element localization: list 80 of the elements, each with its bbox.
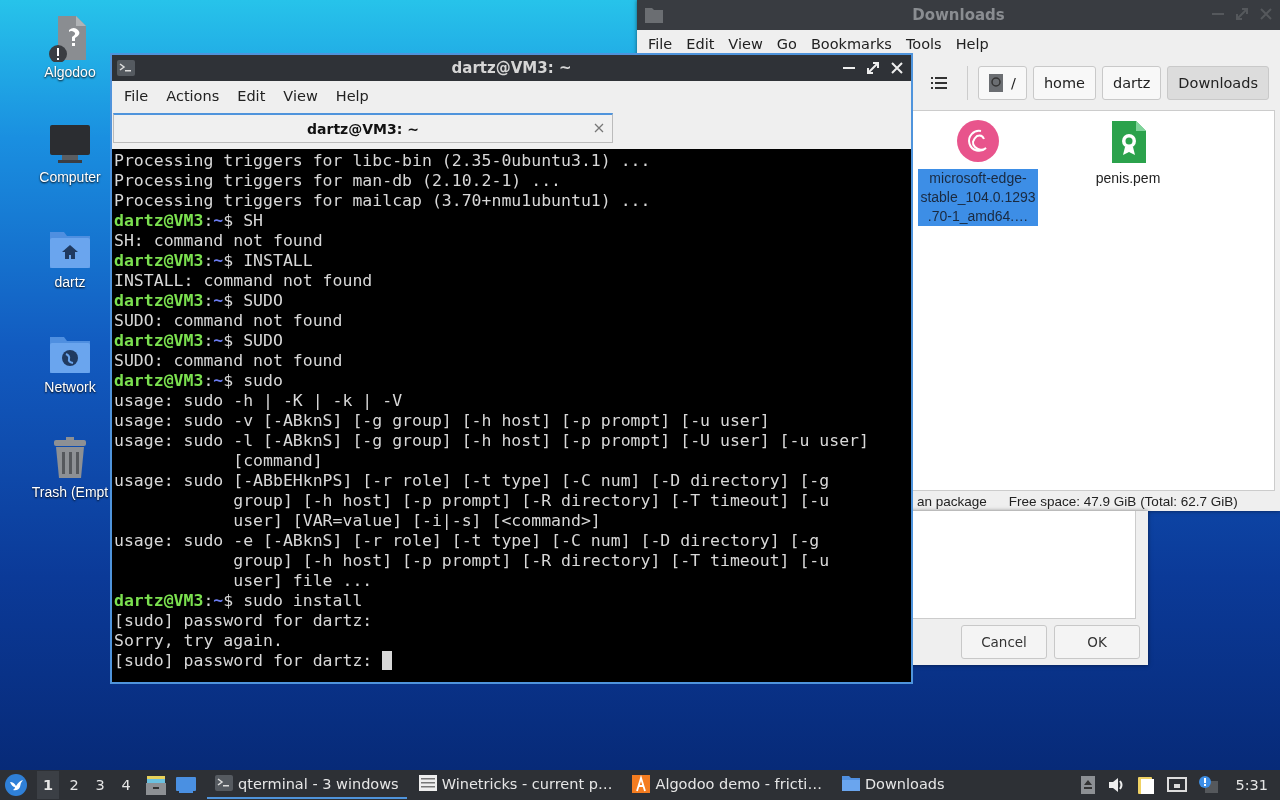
terminal-line: SUDO: command not found — [114, 351, 343, 371]
terminal-line: SH: command not found — [114, 231, 323, 251]
menu-item[interactable]: Help — [326, 88, 378, 104]
file-cabinet-icon[interactable] — [145, 774, 167, 796]
status-text: an package — [917, 493, 987, 509]
menu-item[interactable]: File — [641, 36, 680, 52]
terminal-line: user] [VAR=value] [-i|-s] [<command>] — [232, 511, 601, 531]
file-name[interactable]: microsoft-edge-stable_104.0.1293.70-1_amd64.… — [918, 169, 1038, 226]
breadcrumb-button[interactable]: / — [978, 66, 1027, 100]
task-button[interactable]: qterminal - 3 windows — [207, 771, 407, 799]
clipboard-icon[interactable] — [1137, 775, 1156, 795]
package-icon[interactable] — [956, 119, 1000, 163]
workspace-button[interactable]: 4 — [115, 771, 137, 799]
menu-item[interactable]: File — [115, 88, 158, 104]
breadcrumb-button[interactable]: Downloads — [1167, 66, 1269, 100]
clock[interactable]: 5:31 — [1235, 777, 1268, 793]
drive-icon — [989, 74, 1003, 92]
desktop-icon-label[interactable]: Trash (Empt — [31, 484, 109, 500]
breadcrumb-button[interactable]: dartz — [1102, 66, 1162, 100]
free-space-text: Free space: 47.9 GiB (Total: 62.7 GiB) — [1008, 493, 1238, 509]
menu-item[interactable]: Edit — [228, 88, 275, 104]
menu-item[interactable]: Tools — [898, 36, 949, 52]
terminal-line: [sudo] password for dartz: — [114, 611, 373, 631]
app-icon — [632, 775, 651, 793]
workspace-button[interactable]: 2 — [63, 771, 85, 799]
terminal-line: Processing triggers for libc-bin (2.35-0ubuntu3.1) ... — [114, 151, 651, 171]
terminal-line: [sudo] password for dartz: — [114, 651, 373, 671]
folder-icon — [841, 775, 860, 793]
desktop-icon-label[interactable]: Computer — [39, 169, 101, 185]
menu-item[interactable]: View — [721, 36, 770, 52]
terminal-tab[interactable]: dartz@VM3: ~ — [113, 113, 613, 143]
menu-item[interactable]: Bookmarks — [803, 36, 899, 52]
breadcrumb-button[interactable]: home — [1032, 66, 1096, 100]
list-view-icon[interactable] — [931, 76, 947, 90]
dialog-button[interactable]: Cancel — [961, 625, 1047, 659]
terminal-line: usage: sudo -e [-ABknS] [-r role] [-t type] [-C num] [-D directory] [-g — [114, 531, 820, 551]
task-button[interactable]: Downloads — [833, 771, 953, 799]
network-icon[interactable] — [1167, 776, 1188, 794]
menu-item[interactable]: Go — [769, 36, 804, 52]
terminal-line: Processing triggers for mailcap (3.70+nmu1ubuntu1) ... — [114, 191, 651, 211]
terminal-icon — [215, 775, 233, 793]
eject-icon[interactable] — [1081, 776, 1096, 794]
workspace-button[interactable]: 3 — [89, 771, 111, 799]
terminal-line: INSTALL: command not found — [114, 271, 373, 291]
desktop-icon-label[interactable]: Network — [44, 379, 96, 395]
window-title: Downloads — [912, 6, 1005, 24]
terminal-line: SUDO: command not found — [114, 311, 343, 331]
terminal-line: group] [-h host] [-p prompt] [-R directory] [-T timeout] [-u — [232, 551, 830, 571]
document-icon — [418, 775, 437, 793]
desktop-icon-label[interactable]: dartz — [54, 274, 86, 290]
terminal-line: dartz@VM3:~$ SUDO — [114, 331, 283, 351]
terminal-line: user] file ... — [232, 571, 373, 591]
terminal-line: dartz@VM3:~$ SH — [114, 211, 264, 231]
terminal-line: usage: sudo -v [-ABknS] [-g group] [-h host] [-p prompt] [-u user] — [114, 411, 770, 431]
notification-icon[interactable] — [1199, 776, 1220, 794]
terminal-line: Processing triggers for man-db (2.10.2-1) ... — [114, 171, 562, 191]
terminal-line: usage: sudo -h | -K | -k | -V — [114, 391, 403, 411]
desktop-icon[interactable] — [175, 776, 197, 794]
folder-icon — [645, 7, 663, 23]
dialog-button[interactable]: OK — [1054, 625, 1140, 659]
menu-item[interactable]: View — [274, 88, 327, 104]
terminal-line: group] [-h host] [-p prompt] [-R directory] [-T timeout] [-u — [232, 491, 830, 511]
terminal-icon — [117, 60, 135, 76]
terminal-line: [command] — [232, 451, 323, 471]
bird-logo-icon[interactable] — [5, 774, 27, 796]
task-button[interactable]: Winetricks - current p… — [410, 771, 621, 799]
terminal-line: dartz@VM3:~$ INSTALL — [114, 251, 313, 271]
menu-item[interactable]: Edit — [679, 36, 722, 52]
terminal-line: usage: sudo -l [-ABknS] [-g group] [-h host] [-p prompt] [-U user] [-u user] — [114, 431, 869, 451]
task-button[interactable]: Algodoo demo - fricti… — [624, 771, 830, 799]
window-title: dartz@VM3: ~ — [451, 59, 572, 77]
menu-item[interactable]: Help — [948, 36, 996, 52]
terminal-line: usage: sudo [-ABbEHknPS] [-r role] [-t type] [-C num] [-D directory] [-g — [114, 471, 830, 491]
terminal-line: dartz@VM3:~$ SUDO — [114, 291, 283, 311]
menu-item[interactable]: Actions — [157, 88, 229, 104]
workspace-button[interactable]: 1 — [37, 771, 59, 799]
file-name[interactable]: penis.pem — [1068, 169, 1188, 188]
terminal-line: Sorry, try again. — [114, 631, 283, 651]
terminal-line: dartz@VM3:~$ sudo — [114, 371, 283, 391]
terminal-line: dartz@VM3:~$ sudo install — [114, 591, 363, 611]
